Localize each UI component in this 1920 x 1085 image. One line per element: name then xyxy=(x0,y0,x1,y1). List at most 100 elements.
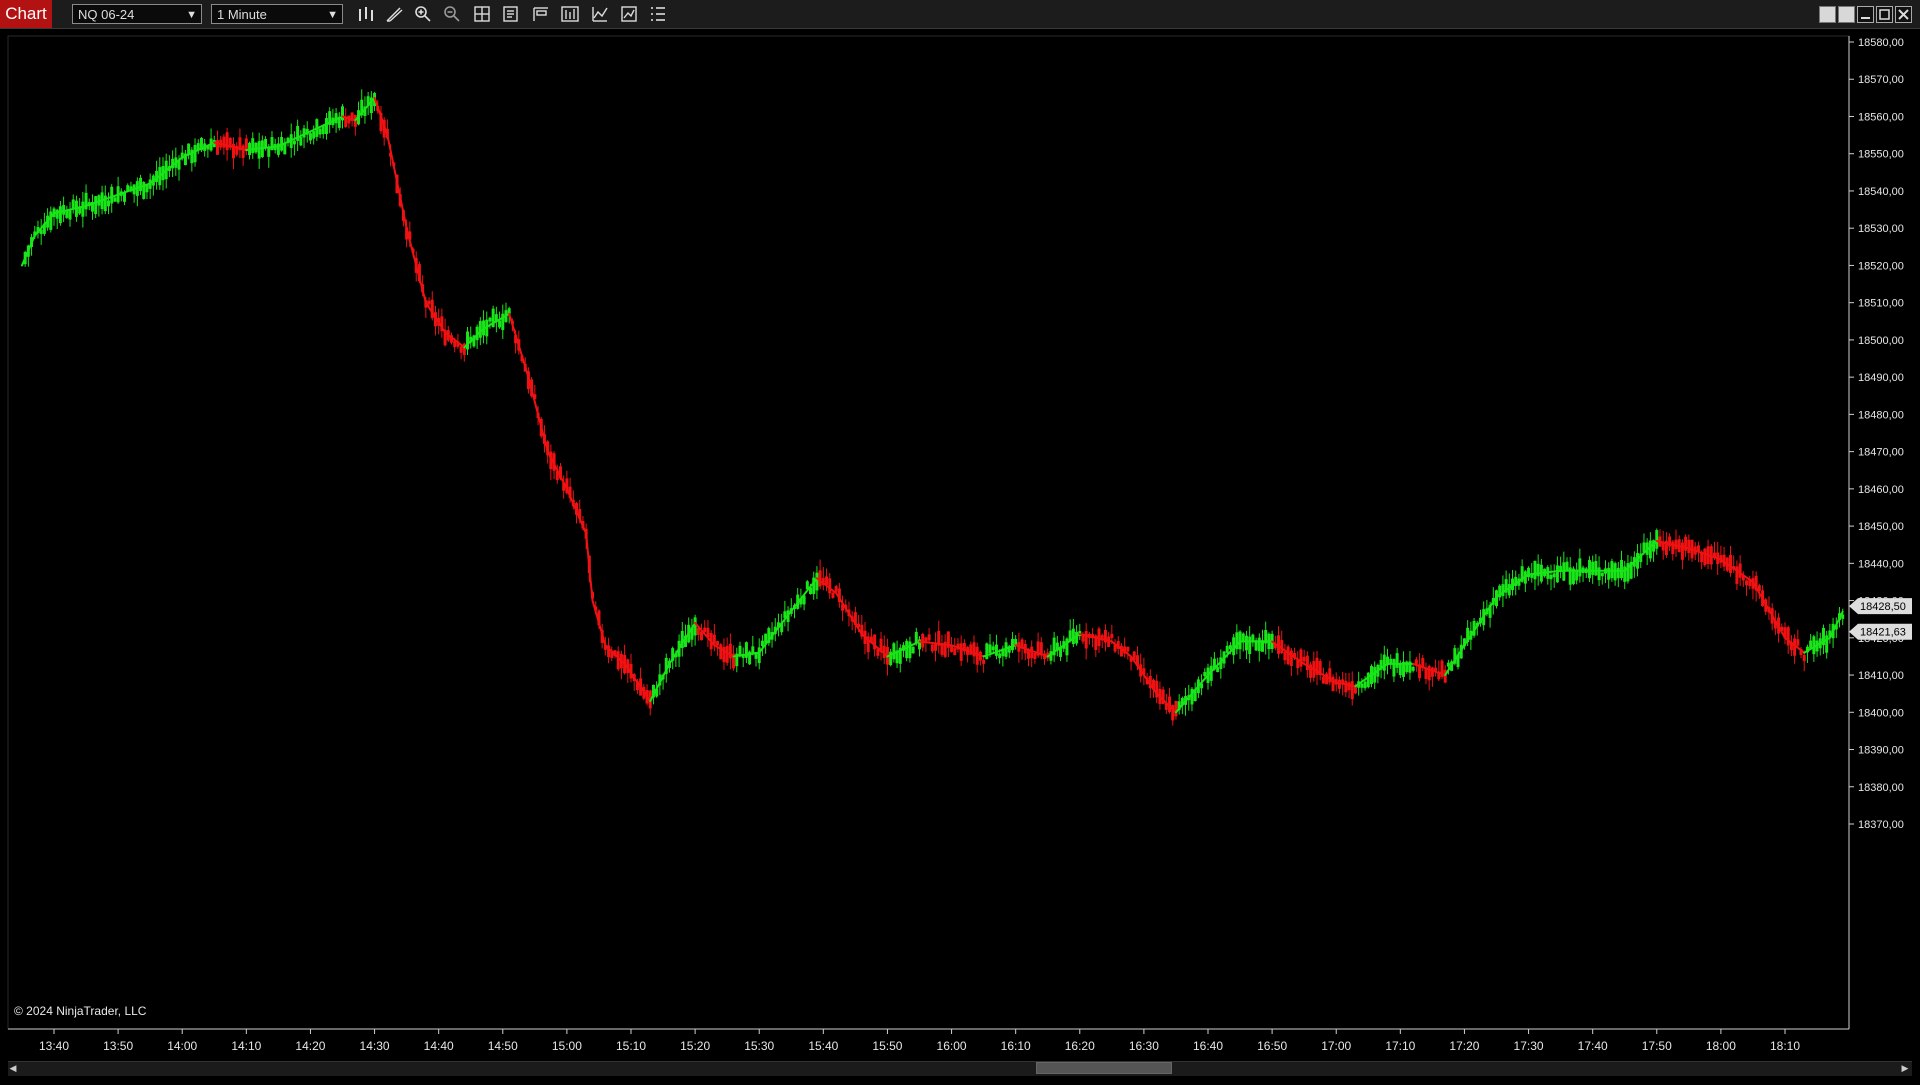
time-label: 14:10 xyxy=(231,1039,261,1053)
price-label: 18500,00 xyxy=(1858,335,1904,347)
candle-body xyxy=(459,346,463,353)
candle-body xyxy=(257,141,261,159)
object-list-icon[interactable] xyxy=(648,5,668,23)
price-label: 18550,00 xyxy=(1858,149,1904,161)
ma-segment xyxy=(405,227,427,304)
strategies-icon[interactable] xyxy=(619,5,639,23)
candle-body xyxy=(283,143,287,155)
zoom-out-icon[interactable] xyxy=(442,5,462,23)
interval-value: 1 Minute xyxy=(217,7,267,22)
time-label: 17:20 xyxy=(1449,1039,1479,1053)
ma-segment xyxy=(585,532,594,602)
candle-body xyxy=(1244,635,1248,651)
time-label: 13:50 xyxy=(103,1039,133,1053)
price-label: 18520,00 xyxy=(1858,260,1904,272)
time-label: 16:20 xyxy=(1065,1039,1095,1053)
candle-body xyxy=(1680,542,1684,560)
candle-body xyxy=(106,200,110,207)
interval-selector[interactable]: 1 Minute ▼ xyxy=(211,4,343,24)
time-label: 17:50 xyxy=(1642,1039,1672,1053)
candle-body xyxy=(1014,639,1018,645)
properties-icon[interactable] xyxy=(531,5,551,23)
instrument-selector[interactable]: NQ 06-24 ▼ xyxy=(72,4,202,24)
horizontal-scrollbar[interactable] xyxy=(8,1061,1912,1076)
draw-pencil-icon[interactable] xyxy=(384,5,404,23)
candle-body xyxy=(1597,567,1601,581)
candle-body xyxy=(1594,561,1598,576)
ma-segment xyxy=(527,376,549,453)
candle-body xyxy=(1030,646,1034,659)
close-button[interactable] xyxy=(1895,6,1912,23)
candle-body xyxy=(1398,663,1402,676)
candle-body xyxy=(1613,563,1617,581)
time-label: 14:40 xyxy=(424,1039,454,1053)
indicators-icon[interactable] xyxy=(590,5,610,23)
minimize-button[interactable] xyxy=(1857,6,1874,23)
price-label: 18460,00 xyxy=(1858,484,1904,496)
time-label: 15:20 xyxy=(680,1039,710,1053)
candle-body xyxy=(1203,672,1207,677)
candle-body xyxy=(1228,645,1232,650)
candle-body xyxy=(1382,654,1386,671)
moving-average-series xyxy=(20,96,1844,714)
candle-body xyxy=(308,133,312,141)
chart-area[interactable]: 18580,00 18570,00 18560,00 18550,00 18540,00… xyxy=(0,28,1920,1080)
time-label: 16:40 xyxy=(1193,1039,1223,1053)
price-label: 18370,00 xyxy=(1858,819,1904,831)
candle-body xyxy=(1729,555,1733,573)
data-box-icon[interactable] xyxy=(501,5,521,23)
candle-body xyxy=(1174,701,1178,717)
chevron-down-icon: ▼ xyxy=(327,9,338,21)
candle-body xyxy=(1299,649,1303,667)
candle-body xyxy=(1648,540,1652,559)
ma-segment xyxy=(508,312,530,379)
candle-body xyxy=(1065,638,1069,656)
tile-right-button[interactable] xyxy=(1838,6,1855,23)
candle-body xyxy=(318,128,322,135)
scroll-left-icon[interactable]: ◀ xyxy=(8,1061,18,1075)
bar-type-icon[interactable] xyxy=(356,5,376,23)
maximize-button[interactable] xyxy=(1876,6,1893,23)
instrument-value: NQ 06-24 xyxy=(78,7,135,22)
candle-body xyxy=(1796,639,1800,646)
candle-body xyxy=(1552,573,1556,578)
candle-body xyxy=(1366,672,1370,688)
scrollbar-thumb[interactable] xyxy=(1036,1062,1172,1074)
candle-body xyxy=(1424,668,1428,679)
candle-body xyxy=(703,627,707,632)
time-label: 16:00 xyxy=(937,1039,967,1053)
scroll-right-icon[interactable]: ▶ xyxy=(1900,1061,1910,1075)
time-label: 14:20 xyxy=(295,1039,325,1053)
candle-body xyxy=(123,192,127,202)
price-label: 18410,00 xyxy=(1858,670,1904,682)
candle-body xyxy=(267,147,271,157)
time-label: 16:10 xyxy=(1001,1039,1031,1053)
candle-body xyxy=(616,651,620,670)
price-chart[interactable]: 18580,00 18570,00 18560,00 18550,00 18540,00… xyxy=(0,28,1920,1080)
candle-body xyxy=(1344,680,1348,693)
candle-body xyxy=(905,640,909,659)
candle-body xyxy=(324,118,328,134)
time-label: 15:30 xyxy=(744,1039,774,1053)
candle-body xyxy=(1430,667,1434,677)
candle-body xyxy=(1321,676,1325,684)
candle-body xyxy=(1286,646,1290,665)
tile-left-button[interactable] xyxy=(1819,6,1836,23)
candle-body xyxy=(921,633,925,648)
price-label: 18400,00 xyxy=(1858,707,1904,719)
time-label: 15:40 xyxy=(808,1039,838,1053)
copyright-text: © 2024 NinjaTrader, LLC xyxy=(14,1004,147,1018)
time-label: 14:50 xyxy=(488,1039,518,1053)
price-label: 18390,00 xyxy=(1858,745,1904,757)
candle-body xyxy=(1225,645,1229,653)
price-label: 18380,00 xyxy=(1858,782,1904,794)
price-label: 18580,00 xyxy=(1858,37,1904,49)
chart-trader-icon[interactable] xyxy=(560,5,580,23)
crosshair-icon[interactable] xyxy=(472,5,492,23)
candle-body xyxy=(113,197,117,202)
zoom-in-icon[interactable] xyxy=(413,5,433,23)
candle-body xyxy=(959,643,963,661)
price-label: 18440,00 xyxy=(1858,558,1904,570)
time-label: 18:10 xyxy=(1770,1039,1800,1053)
price-label: 18570,00 xyxy=(1858,74,1904,86)
